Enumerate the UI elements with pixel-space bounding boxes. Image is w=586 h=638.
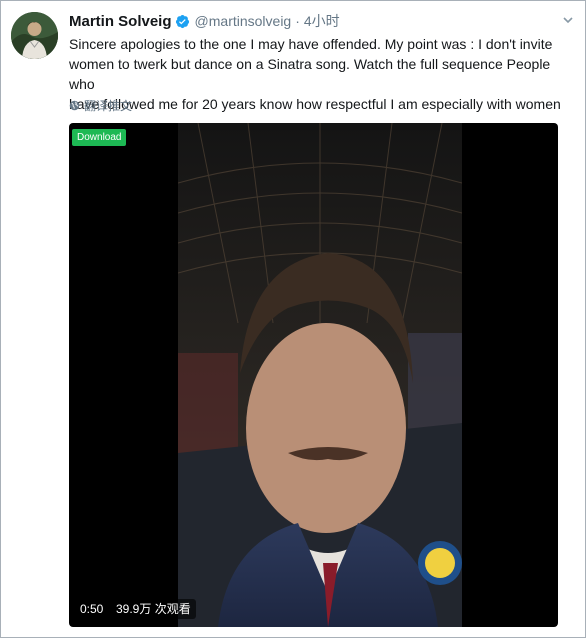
download-button[interactable]: Download <box>72 129 127 146</box>
translate-tweet-link[interactable]: 翻译推文 <box>69 97 132 114</box>
avatar[interactable] <box>11 12 58 59</box>
tweet-text: Sincere apologies to the one I may have … <box>69 36 561 112</box>
globe-icon <box>69 100 80 111</box>
video-duration: 0:50 <box>75 599 109 619</box>
video-view-count: 39.9万 次观看 <box>111 599 196 619</box>
tweet-card: Martin Solveig @martinsolveig · 4小时 Sinc… <box>0 0 586 638</box>
separator-dot: · <box>295 13 300 29</box>
tweet-header: Martin Solveig @martinsolveig · 4小时 <box>69 11 575 31</box>
chevron-down-icon[interactable] <box>561 13 575 27</box>
display-name[interactable]: Martin Solveig <box>69 13 172 30</box>
tweet-timestamp[interactable]: 4小时 <box>304 11 340 31</box>
video-player[interactable]: Download 0:50 39.9万 次观看 <box>69 123 558 627</box>
translate-label: 翻译推文 <box>84 99 133 113</box>
verified-badge-icon <box>175 14 190 29</box>
user-handle[interactable]: @martinsolveig <box>195 13 292 29</box>
video-frame <box>178 123 462 627</box>
